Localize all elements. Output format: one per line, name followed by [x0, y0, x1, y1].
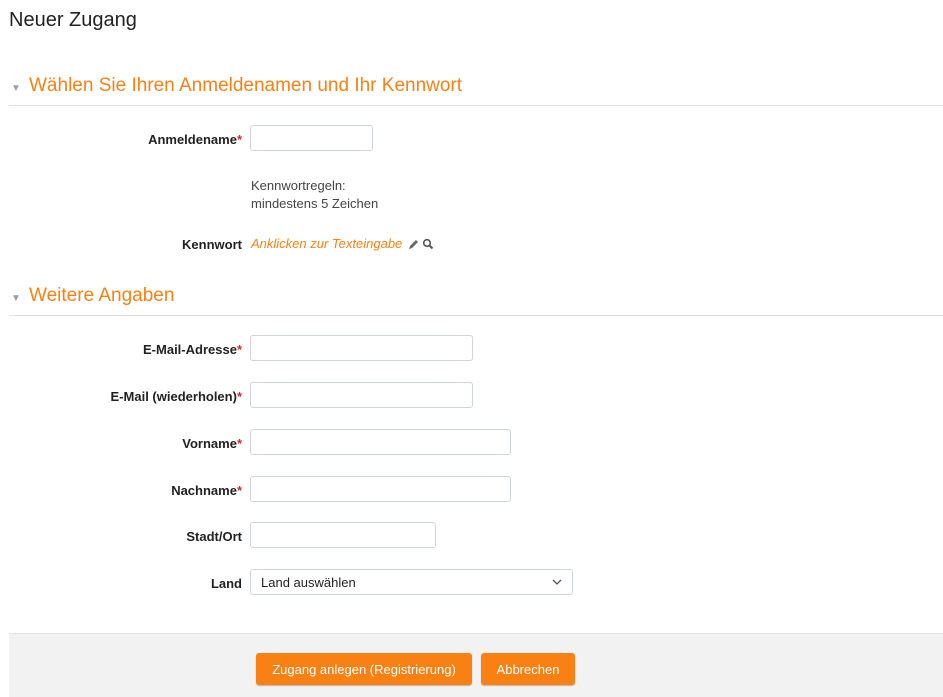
section-title-details[interactable]: Weitere Angaben [29, 285, 174, 307]
username-label: Anmeldename* [148, 132, 242, 147]
password-rules-heading: Kennwortregeln: [251, 178, 346, 193]
cancel-button[interactable]: Abbrechen [481, 653, 575, 685]
city-input[interactable] [250, 522, 436, 548]
username-label-text: Anmeldename [148, 132, 237, 147]
required-icon: * [236, 483, 242, 498]
city-label: Stadt/Ort [186, 529, 242, 544]
lastname-input[interactable] [250, 476, 511, 502]
firstname-label-text: Vorname [182, 436, 237, 451]
email-label-text: E-Mail-Adresse [143, 342, 237, 357]
firstname-input[interactable] [250, 429, 511, 455]
register-button[interactable]: Zugang anlegen (Registrierung) [256, 653, 472, 685]
required-icon: * [236, 132, 242, 147]
form-footer [9, 633, 943, 697]
required-icon: * [236, 342, 242, 357]
required-icon: * [236, 436, 242, 451]
password-rules-text: mindestens 5 Zeichen [251, 196, 379, 211]
section-header-login[interactable]: ▼ Wählen Sie Ihren Anmeldenamen und Ihr … [9, 75, 943, 106]
username-input[interactable] [250, 125, 373, 151]
country-select[interactable]: Land auswählen [250, 569, 573, 595]
email-repeat-input[interactable] [250, 382, 473, 408]
password-rules: Kennwortregeln: mindestens 5 Zeichen [251, 177, 378, 213]
country-label: Land [210, 576, 242, 591]
lastname-label-text: Nachname [171, 483, 237, 498]
collapse-triangle-icon[interactable]: ▼ [11, 83, 21, 94]
password-edit-link[interactable]: Anklicken zur Texteingabe [251, 236, 402, 251]
email-repeat-label-text: E-Mail (wiederholen) [110, 389, 237, 404]
email-input[interactable] [250, 335, 473, 361]
email-label: E-Mail-Adresse* [143, 342, 242, 357]
pencil-icon[interactable] [408, 238, 420, 250]
section-title-login[interactable]: Wählen Sie Ihren Anmeldenamen und Ihr Ke… [29, 75, 462, 97]
collapse-triangle-icon[interactable]: ▼ [11, 293, 21, 304]
lastname-label: Nachname* [171, 483, 242, 498]
firstname-label: Vorname* [182, 436, 242, 451]
country-select-value: Land auswählen [261, 575, 356, 590]
chevron-down-icon [552, 579, 562, 585]
required-icon: * [236, 389, 242, 404]
email-repeat-label: E-Mail (wiederholen)* [111, 389, 242, 404]
page-title: Neuer Zugang [9, 9, 137, 31]
section-header-details[interactable]: ▼ Weitere Angaben [9, 285, 943, 316]
password-label: Kennwort [182, 237, 242, 252]
reveal-search-icon[interactable] [422, 238, 434, 250]
